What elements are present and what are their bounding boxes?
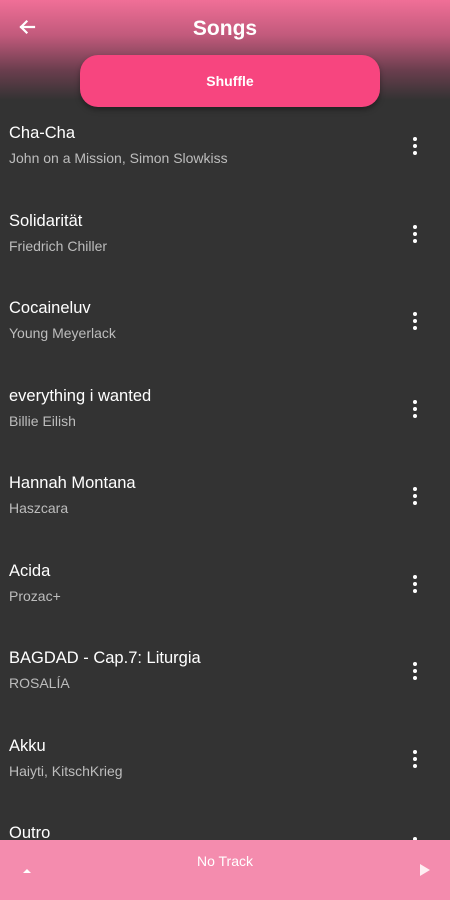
more-options-button[interactable] [400,134,430,158]
more-vert-icon [413,312,417,316]
shuffle-button[interactable]: Shuffle [80,55,380,107]
list-item[interactable]: Cha-Cha John on a Mission, Simon Slowkis… [0,110,450,198]
list-item[interactable]: Hannah Montana Haszcara [0,460,450,548]
song-title: BAGDAD - Cap.7: Liturgia [9,649,201,667]
list-item[interactable]: Solidarität Friedrich Chiller [0,198,450,286]
list-item[interactable]: Akku Haiyti, KitschKrieg [0,723,450,811]
more-options-button[interactable] [400,659,430,683]
more-options-button[interactable] [400,484,430,508]
more-vert-icon [413,662,417,666]
list-item[interactable]: BAGDAD - Cap.7: Liturgia ROSALÍA [0,635,450,723]
more-options-button[interactable] [400,397,430,421]
list-item[interactable]: everything i wanted Billie Eilish [0,373,450,461]
list-item[interactable]: Outro [0,810,450,840]
song-artist: Prozac+ [9,587,61,604]
more-vert-icon [413,399,417,404]
song-artist: Haiyti, KitschKrieg [9,762,123,779]
song-artist: Friedrich Chiller [9,237,108,254]
song-artist: Young Meyerlack [9,325,116,341]
song-title: Hannah Montana [9,474,136,492]
list-item[interactable]: Cocaineluv Young Meyerlack [0,285,450,373]
song-artist: Haszcara [9,500,69,516]
song-artist: ROSALÍA [9,675,70,691]
more-options-button[interactable] [400,572,430,596]
song-title: Outro [9,824,51,840]
more-vert-icon [413,224,417,229]
more-vert-icon [413,137,417,141]
song-title: Solidarität [9,211,83,230]
song-artist: John on a Mission, Simon Slowkiss [9,150,228,166]
song-list: Cha-Cha John on a Mission, Simon Slowkis… [0,110,450,840]
song-artist: Billie Eilish [9,412,76,429]
more-options-button[interactable] [400,309,430,333]
play-button[interactable] [410,858,440,882]
song-title: Acida [9,561,51,580]
list-item[interactable]: Acida Prozac+ [0,548,450,636]
song-title: Akku [9,736,46,755]
more-options-button[interactable] [400,222,430,246]
song-title: Cocaineluv [9,299,91,317]
track-label: No Track [196,853,253,869]
mini-player-bar[interactable]: No Track [0,840,450,900]
page-title: Songs [192,17,258,40]
play-icon [420,864,430,876]
song-title: Cha-Cha [9,124,76,142]
more-vert-icon [413,574,417,579]
more-vert-icon [413,749,417,754]
more-options-button[interactable] [400,747,430,771]
song-title: everything i wanted [9,386,152,405]
more-vert-icon [413,487,417,491]
